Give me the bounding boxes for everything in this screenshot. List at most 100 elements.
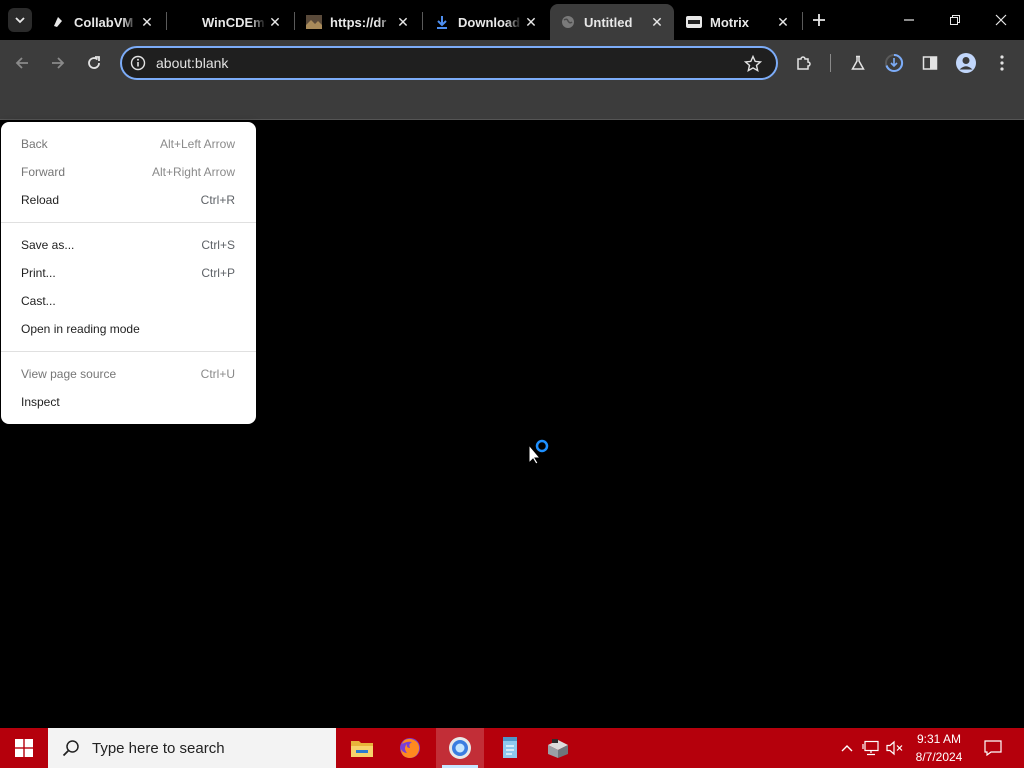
menu-item-view-source[interactable]: View page source Ctrl+U (1, 360, 256, 388)
network-button[interactable] (860, 728, 882, 768)
search-icon (62, 740, 79, 757)
menu-item-cast[interactable]: Cast... (1, 287, 256, 315)
labs-button[interactable] (846, 51, 870, 75)
tab-title: https://dr (330, 14, 387, 30)
forward-button[interactable] (46, 51, 70, 75)
menu-item-print[interactable]: Print... Ctrl+P (1, 259, 256, 287)
downloads-button[interactable] (882, 51, 906, 75)
notifications-button[interactable] (978, 728, 1008, 768)
toolbar-divider (830, 54, 831, 72)
tab-untitled[interactable]: Untitled ✕ (550, 4, 674, 40)
taskbar-chrome[interactable] (436, 728, 484, 768)
browser-toolbar (0, 40, 1024, 86)
firefox-icon (400, 738, 420, 758)
taskbar: 9:31 AM 8/7/2024 (0, 728, 1024, 768)
minimize-icon (904, 19, 914, 21)
restore-icon (950, 15, 960, 25)
menu-item-label: Reload (21, 193, 60, 207)
taskbar-file-explorer[interactable] (338, 728, 386, 768)
profile-button[interactable] (954, 51, 978, 75)
close-icon[interactable]: ✕ (394, 13, 412, 31)
tab-wincdemu[interactable]: WinCDEmu ✕ (168, 4, 292, 40)
menu-item-shortcut: Alt+Right Arrow (151, 165, 235, 179)
menu-item-forward[interactable]: Forward Alt+Right Arrow (1, 158, 256, 186)
chevron-up-icon (841, 745, 853, 752)
close-icon[interactable]: ✕ (522, 13, 540, 31)
windows-logo-icon (15, 739, 33, 757)
menu-item-reading-mode[interactable]: Open in reading mode (1, 315, 256, 343)
taskbar-search[interactable] (48, 728, 336, 768)
tab-collabvm[interactable]: CollabVM ✕ (40, 4, 164, 40)
menu-item-label: Open in reading mode (21, 322, 140, 336)
start-button[interactable] (0, 728, 48, 768)
close-icon[interactable]: ✕ (648, 13, 666, 31)
collabvm-icon (50, 14, 66, 30)
context-menu: Back Alt+Left Arrow Forward Alt+Right Ar… (1, 122, 256, 424)
download-icon (434, 14, 450, 30)
chrome-icon (449, 737, 471, 759)
arrow-right-icon (52, 57, 65, 69)
network-icon (862, 740, 879, 756)
menu-item-inspect[interactable]: Inspect (1, 388, 256, 416)
tab-divider (422, 12, 423, 30)
menu-item-shortcut: Ctrl+U (200, 367, 235, 381)
show-hidden-icons-button[interactable] (836, 728, 858, 768)
menu-item-back[interactable]: Back Alt+Left Arrow (1, 130, 256, 158)
taskbar-firefox[interactable] (386, 728, 434, 768)
notepad-icon (503, 737, 517, 758)
menu-item-label: Forward (21, 165, 66, 179)
close-window-button[interactable] (978, 0, 1024, 40)
file-explorer-icon (351, 741, 373, 757)
menu-button[interactable] (990, 51, 1014, 75)
restore-button[interactable] (932, 0, 978, 40)
tab-title: CollabVM (74, 14, 134, 30)
close-icon (995, 14, 1007, 26)
avatar-icon (956, 53, 976, 73)
back-button[interactable] (10, 51, 34, 75)
menu-item-label: Print... (21, 266, 56, 280)
tab-download[interactable]: Download ✕ (424, 4, 548, 40)
clock[interactable]: 9:31 AM 8/7/2024 (906, 730, 972, 766)
download-progress-icon (885, 53, 904, 72)
info-icon[interactable] (130, 55, 146, 71)
menu-item-label: View page source (21, 367, 117, 381)
tab-title: Motrix (710, 14, 749, 30)
tab-divider (802, 12, 803, 30)
extensions-button[interactable] (792, 51, 816, 75)
menu-item-shortcut: Ctrl+P (201, 266, 235, 280)
menu-item-shortcut: Alt+Left Arrow (159, 137, 235, 151)
tab-title: WinCDEmu (202, 14, 266, 30)
chevron-down-icon (15, 17, 25, 24)
star-icon[interactable] (744, 55, 762, 73)
menu-item-save-as[interactable]: Save as... Ctrl+S (1, 231, 256, 259)
arrow-left-icon (15, 57, 28, 69)
close-icon[interactable]: ✕ (138, 13, 156, 31)
close-icon[interactable]: ✕ (774, 13, 792, 31)
reload-button[interactable] (82, 51, 106, 75)
minimize-button[interactable] (886, 0, 932, 40)
tab-strip: CollabVM ✕ WinCDEmu ✕ https://dr ✕ Downl… (0, 0, 1024, 40)
side-panel-icon (922, 56, 938, 70)
taskbar-notepad[interactable] (486, 728, 534, 768)
side-panel-button[interactable] (918, 51, 942, 75)
tab-search-button[interactable] (8, 8, 32, 32)
address-bar[interactable] (120, 46, 778, 80)
tab-image[interactable]: https://dr ✕ (296, 4, 420, 40)
menu-item-shortcut: Ctrl+R (200, 193, 235, 207)
menu-item-label: Inspect (21, 395, 60, 409)
menu-item-label: Save as... (21, 238, 75, 252)
url-input[interactable] (156, 55, 716, 71)
taskbar-package[interactable] (534, 728, 582, 768)
menu-item-reload[interactable]: Reload Ctrl+R (1, 186, 256, 214)
menu-item-label: Cast... (21, 294, 56, 308)
volume-button[interactable] (884, 728, 906, 768)
bookmarks-bar (0, 86, 1024, 120)
new-tab-button[interactable] (808, 9, 830, 31)
tab-motrix[interactable]: Motrix ✕ (676, 4, 800, 40)
package-icon (548, 739, 568, 758)
reload-icon (88, 56, 100, 69)
wincdemu-icon (178, 14, 194, 30)
close-icon[interactable]: ✕ (266, 13, 284, 31)
tab-divider (294, 12, 295, 30)
search-input[interactable] (92, 739, 322, 757)
